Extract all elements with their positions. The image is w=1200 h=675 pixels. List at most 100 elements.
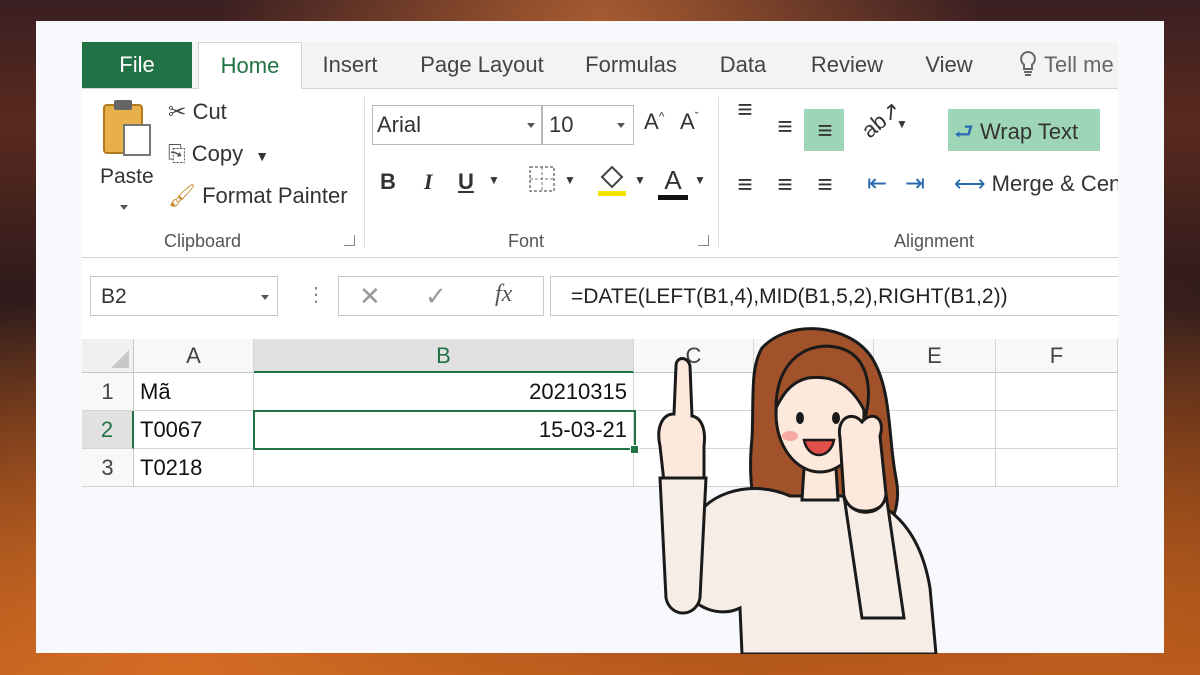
font-color-button[interactable]: A xyxy=(658,165,688,200)
copy-button[interactable]: ⎘ Copy ▼ xyxy=(168,141,269,167)
divider xyxy=(364,97,365,247)
tell-me-label: Tell me xyxy=(1044,52,1114,77)
select-all-corner[interactable] xyxy=(82,339,134,373)
select-all-triangle-icon xyxy=(111,350,129,368)
row-header-3[interactable]: 3 xyxy=(82,449,134,487)
column-header-b[interactable]: B xyxy=(254,339,634,373)
decrease-font-icon: A xyxy=(680,109,695,134)
paste-dropdown-icon[interactable] xyxy=(120,205,128,210)
cell-b3[interactable] xyxy=(254,449,634,487)
merge-center-button[interactable]: ⟷ Merge & Cen xyxy=(954,171,1118,197)
ribbon-home: Paste ✂ Cut ⎘ Copy ▼ 🖌 Format Painter Cl… xyxy=(82,89,1118,258)
cut-button[interactable]: ✂ Cut xyxy=(168,99,227,125)
alignment-group-label: Alignment xyxy=(894,231,975,251)
paintbrush-icon: 🖌 xyxy=(168,183,196,208)
font-color-icon: A xyxy=(664,165,682,195)
cell-f3[interactable] xyxy=(996,449,1118,487)
cancel-icon[interactable]: ✕ xyxy=(359,281,381,312)
name-box-value: B2 xyxy=(101,285,127,308)
borders-dropdown-icon[interactable]: ▼ xyxy=(564,173,576,187)
tab-review[interactable]: Review xyxy=(800,42,894,88)
borders-icon xyxy=(529,166,555,192)
copy-label: Copy xyxy=(191,141,244,166)
column-header-a[interactable]: A xyxy=(134,339,254,373)
format-painter-button[interactable]: 🖌 Format Painter xyxy=(168,183,348,209)
row-header-1[interactable]: 1 xyxy=(82,373,134,411)
ribbon-tabs: File Home Insert Page Layout Formulas Da… xyxy=(82,42,1118,90)
paint-bucket-icon xyxy=(598,165,626,196)
clipboard-launcher-icon[interactable] xyxy=(344,235,355,246)
align-middle-button[interactable]: ≡ xyxy=(770,111,800,142)
tab-tell-me[interactable]: Tell me xyxy=(1018,42,1118,88)
bold-button[interactable]: B xyxy=(380,169,396,195)
merge-center-label: Merge & Cen xyxy=(991,171,1118,196)
font-size-value: 10 xyxy=(549,112,574,137)
cell-f2[interactable] xyxy=(996,411,1118,449)
align-bottom-button[interactable]: ≡ xyxy=(810,115,840,146)
scissors-icon: ✂ xyxy=(168,99,187,124)
insert-function-icon[interactable]: fx xyxy=(495,281,512,308)
tab-file[interactable]: File xyxy=(82,42,192,88)
paste-icon xyxy=(103,100,151,156)
paste-button[interactable]: Paste xyxy=(100,97,154,217)
worksheet-grid: A B C D E F 1 Mã 20210315 2 T0067 15-03-… xyxy=(82,339,1118,487)
name-box[interactable]: B2 xyxy=(90,276,278,316)
cell-f1[interactable] xyxy=(996,373,1118,411)
font-color-dropdown-icon[interactable]: ▼ xyxy=(694,173,706,187)
tab-formulas[interactable]: Formulas xyxy=(576,42,686,88)
decrease-font-size-button[interactable]: Aˇ xyxy=(680,109,699,135)
tab-view[interactable]: View xyxy=(916,42,982,88)
borders-button[interactable] xyxy=(528,165,556,199)
tab-insert[interactable]: Insert xyxy=(310,42,390,88)
orientation-dropdown-icon[interactable]: ▼ xyxy=(896,117,908,131)
align-left-icon: ≡ xyxy=(737,169,753,199)
woman-pointing-illustration xyxy=(657,327,938,654)
formula-input[interactable]: =DATE(LEFT(B1,4),MID(B1,5,2),RIGHT(B1,2)… xyxy=(550,276,1118,316)
font-size-dropdown[interactable]: 10 xyxy=(542,105,634,145)
cell-b1[interactable]: 20210315 xyxy=(254,373,634,411)
font-name-dropdown[interactable]: Arial xyxy=(372,105,542,145)
align-middle-icon: ≡ xyxy=(777,111,793,141)
italic-button[interactable]: I xyxy=(424,169,433,195)
align-bottom-icon: ≡ xyxy=(817,115,833,145)
font-group-label: Font xyxy=(508,231,545,251)
wrap-text-label: Wrap Text xyxy=(979,119,1079,144)
excel-window: File Home Insert Page Layout Formulas Da… xyxy=(82,42,1118,487)
paste-label: Paste xyxy=(100,165,154,188)
increase-indent-icon: ⇥ xyxy=(904,170,926,197)
fill-handle[interactable] xyxy=(630,445,639,454)
formula-bar-grip-icon[interactable]: ⋮ xyxy=(306,282,326,307)
format-painter-label: Format Painter xyxy=(202,183,348,208)
fill-color-dropdown-icon[interactable]: ▼ xyxy=(634,173,646,187)
align-top-button[interactable]: ≡ xyxy=(730,96,760,122)
tab-page-layout[interactable]: Page Layout xyxy=(412,42,552,88)
column-header-f[interactable]: F xyxy=(996,339,1118,373)
font-color-swatch xyxy=(658,195,688,200)
tab-home[interactable]: Home xyxy=(198,42,302,90)
fill-color-button[interactable] xyxy=(596,163,628,203)
cell-a2[interactable]: T0067 xyxy=(134,411,254,449)
increase-font-size-button[interactable]: A^ xyxy=(644,109,664,135)
cell-a3[interactable]: T0218 xyxy=(134,449,254,487)
align-center-icon: ≡ xyxy=(777,169,793,199)
decrease-indent-icon: ⇤ xyxy=(866,170,888,197)
name-box-dropdown-icon[interactable] xyxy=(261,295,269,300)
row-header-2[interactable]: 2 xyxy=(82,411,134,449)
cell-a1[interactable]: Mã xyxy=(134,373,254,411)
increase-indent-button[interactable]: ⇥ xyxy=(900,169,930,198)
align-left-button[interactable]: ≡ xyxy=(730,169,760,200)
underline-button[interactable]: U xyxy=(458,169,474,195)
formula-buttons: ✕ ✓ fx xyxy=(338,276,544,316)
copy-dropdown-icon[interactable]: ▼ xyxy=(255,148,269,164)
tab-data[interactable]: Data xyxy=(708,42,778,88)
copy-icon: ⎘ xyxy=(168,141,186,166)
decrease-indent-button[interactable]: ⇤ xyxy=(862,169,892,198)
enter-check-icon[interactable]: ✓ xyxy=(425,281,447,312)
font-name-caret-icon xyxy=(527,123,535,128)
underline-dropdown-icon[interactable]: ▼ xyxy=(488,173,500,187)
align-right-icon: ≡ xyxy=(817,169,833,199)
align-right-button[interactable]: ≡ xyxy=(810,169,840,200)
align-center-button[interactable]: ≡ xyxy=(770,169,800,200)
font-launcher-icon[interactable] xyxy=(698,235,709,246)
wrap-text-button[interactable]: ⮐ Wrap Text xyxy=(954,115,1078,153)
